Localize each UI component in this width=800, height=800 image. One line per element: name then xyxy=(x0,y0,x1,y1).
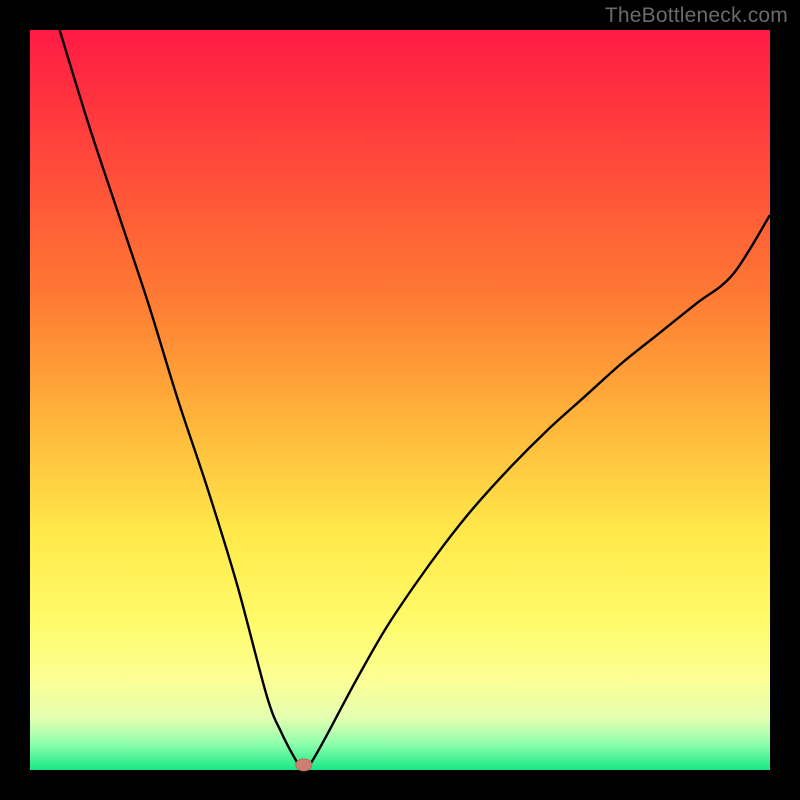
plot-area xyxy=(30,30,770,770)
optimum-marker xyxy=(296,759,312,771)
chart-container: TheBottleneck.com xyxy=(0,0,800,800)
watermark-text: TheBottleneck.com xyxy=(605,4,788,28)
chart-svg xyxy=(0,0,800,800)
